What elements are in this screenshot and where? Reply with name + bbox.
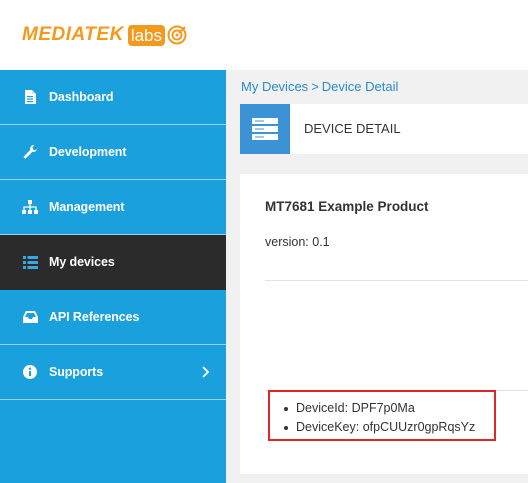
- device-credentials-highlight: DeviceId: DPF7p0Ma DeviceKey: ofpCUUzr0g…: [268, 390, 496, 441]
- main-content: My Devices > Device Detail DEVICE DETAIL M…: [226, 70, 528, 483]
- page-title-bar: DEVICE DETAIL: [240, 104, 528, 154]
- device-detail-card: MT7681 Example Product version: 0.1 Devi…: [240, 174, 528, 474]
- sidebar-item-label: Management: [49, 200, 125, 214]
- divider: [265, 280, 528, 281]
- sidebar: Dashboard Development Management My devi…: [0, 70, 226, 483]
- mediatek-labs-logo[interactable]: MEDIATEK labs: [22, 22, 187, 48]
- sidebar-item-label: Supports: [49, 365, 104, 379]
- logo-mark-icon: [167, 25, 187, 45]
- device-id: DeviceId: DPF7p0Ma: [278, 399, 475, 418]
- sidebar-item-development[interactable]: Development: [0, 125, 226, 180]
- server-icon: [240, 104, 290, 154]
- page: MEDIATEK labs Dashboard Development Mana…: [0, 0, 528, 483]
- sidebar-item-label: Dashboard: [49, 90, 114, 104]
- breadcrumb-separator: >: [311, 79, 319, 94]
- logo-labs-text: labs: [127, 24, 165, 46]
- breadcrumb-my-devices-link[interactable]: My Devices: [241, 79, 308, 94]
- sidebar-item-label: My devices: [49, 255, 115, 269]
- logo-text: MEDIATEK: [22, 24, 124, 45]
- sitemap-icon: [22, 199, 38, 215]
- header: MEDIATEK labs: [0, 0, 528, 70]
- sidebar-item-management[interactable]: Management: [0, 180, 226, 235]
- sidebar-item-api-references[interactable]: API References: [0, 290, 226, 345]
- product-name: MT7681 Example Product: [265, 199, 429, 214]
- chevron-right-icon: [202, 366, 210, 378]
- product-version: version: 0.1: [265, 235, 330, 249]
- list-icon: [22, 254, 38, 270]
- device-key: DeviceKey: ofpCUUzr0gpRqsYz: [278, 418, 475, 437]
- inbox-icon: [22, 309, 38, 325]
- sidebar-item-dashboard[interactable]: Dashboard: [0, 70, 226, 125]
- file-icon: [22, 89, 38, 105]
- device-credentials-list: DeviceId: DPF7p0Ma DeviceKey: ofpCUUzr0g…: [278, 399, 475, 437]
- page-title: DEVICE DETAIL: [304, 121, 401, 136]
- sidebar-item-supports[interactable]: Supports: [0, 345, 226, 400]
- sidebar-item-label: Development: [49, 145, 127, 159]
- wrench-icon: [22, 144, 38, 160]
- info-icon: [22, 364, 38, 380]
- breadcrumb: My Devices > Device Detail: [241, 79, 398, 94]
- sidebar-item-my-devices[interactable]: My devices: [0, 235, 226, 290]
- breadcrumb-device-detail-link[interactable]: Device Detail: [322, 79, 399, 94]
- sidebar-item-label: API References: [49, 310, 140, 324]
